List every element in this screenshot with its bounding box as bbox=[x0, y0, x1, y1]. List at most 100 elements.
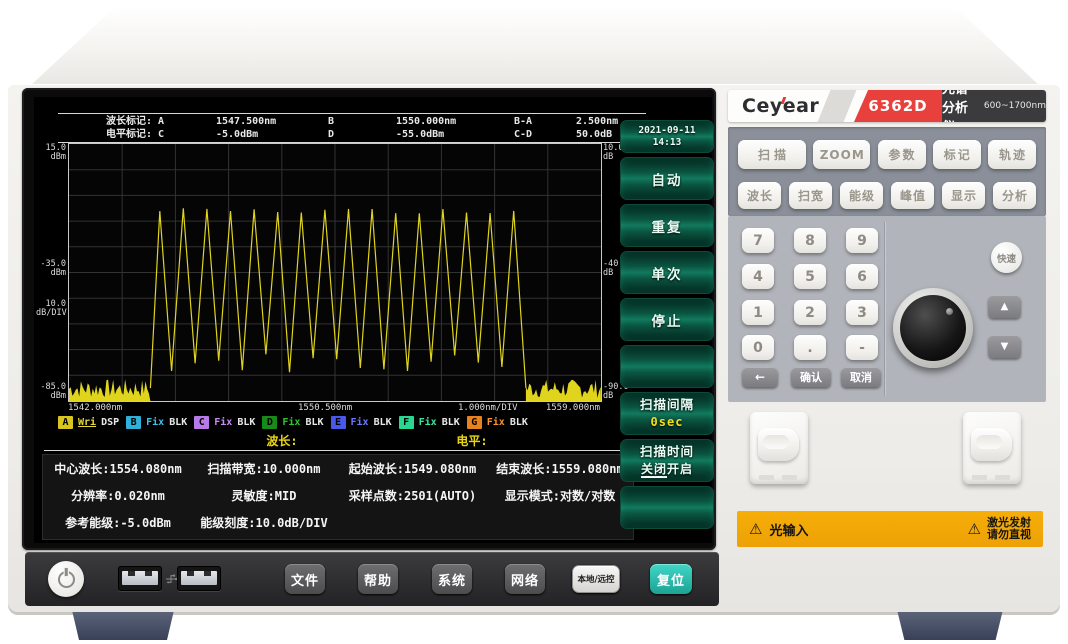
marker-key: A bbox=[158, 115, 216, 128]
usb-port-1 bbox=[118, 566, 162, 591]
marker-key: B-A bbox=[514, 115, 576, 128]
info-cell: 显示模式:对数/对数 bbox=[490, 487, 630, 504]
up-arrow-button[interactable]: ▲ bbox=[988, 295, 1021, 318]
power-icon bbox=[58, 571, 75, 588]
marker-row-level: 电平标记: C -5.0dBm D -55.0dBm C-D 50.0dB bbox=[58, 128, 646, 141]
trace-legend-item: AWriDSP bbox=[58, 416, 119, 429]
warning-light-input-text: 光输入 bbox=[769, 520, 808, 539]
softkey-blank-1[interactable] bbox=[620, 345, 714, 388]
x-start-label: 1542.000nm bbox=[68, 403, 122, 413]
knob-face bbox=[900, 295, 966, 361]
info-cell: 参考能级:-5.0dBm bbox=[43, 514, 193, 531]
info-cell: 灵敏度:MID bbox=[193, 487, 335, 504]
x-end-label: 1559.000nm bbox=[546, 403, 600, 413]
sweep-time-on: 开启 bbox=[667, 462, 693, 476]
keypad-panel: 7 8 9 4 5 6 1 2 3 0 . - ← 确认 取消 快速 ▲ ▼ bbox=[728, 216, 1046, 402]
warning-triangle-icon: ⚠ bbox=[968, 523, 981, 536]
softkey-stop[interactable]: 停止 bbox=[620, 298, 714, 341]
model-badge: 6362D bbox=[854, 90, 942, 122]
info-cell: 扫描带宽:10.000nm bbox=[193, 460, 335, 477]
span-key[interactable]: 扫宽 bbox=[789, 182, 832, 209]
marker-value: -55.0dBm bbox=[396, 128, 514, 141]
marker-row-label: 电平标记: bbox=[58, 128, 158, 141]
keypad-1[interactable]: 1 bbox=[742, 300, 774, 325]
softkey-auto[interactable]: 自动 bbox=[620, 157, 714, 200]
backspace-key[interactable]: ← bbox=[742, 367, 778, 387]
softkey-blank-2[interactable] bbox=[620, 486, 714, 529]
marker-key: C bbox=[158, 128, 216, 141]
zoom-key[interactable]: ZOOM bbox=[813, 140, 870, 169]
date-text: 2021-09-11 bbox=[638, 125, 695, 137]
reset-button[interactable]: 复位 bbox=[650, 564, 692, 594]
keypad-0[interactable]: 0 bbox=[742, 335, 774, 360]
trace-key[interactable]: 轨迹 bbox=[988, 140, 1036, 169]
wavelength-key[interactable]: 波长 bbox=[738, 182, 781, 209]
x-axis-labels: 1542.000nm 1550.500nm 1.000nm/DIV 1559.0… bbox=[68, 403, 600, 414]
plot-area bbox=[68, 143, 602, 402]
marker-row-wavelength: 波长标记: A 1547.500nm B 1550.000nm B-A 2.50… bbox=[58, 115, 646, 128]
info-cell: 起始波长:1549.080nm bbox=[335, 460, 490, 477]
quick-button[interactable]: 快速 bbox=[991, 242, 1022, 273]
info-cell: 结束波长:1559.080nm bbox=[490, 460, 630, 477]
keypad-2[interactable]: 2 bbox=[794, 300, 826, 325]
rotary-knob[interactable] bbox=[893, 288, 973, 368]
sweep-interval-value: 0sec bbox=[651, 414, 684, 430]
help-button[interactable]: 帮助 bbox=[358, 564, 398, 594]
peak-key[interactable]: 峰值 bbox=[891, 182, 934, 209]
info-cell: 采样点数:2501(AUTO) bbox=[335, 487, 490, 504]
keypad-4[interactable]: 4 bbox=[742, 264, 774, 289]
softkey-single[interactable]: 单次 bbox=[620, 251, 714, 294]
keypad-8[interactable]: 8 bbox=[794, 228, 826, 253]
marker-key: B bbox=[328, 115, 396, 128]
softkey-column: 2021-09-11 14:13 自动 重复 单次 停止 扫描间隔 0sec 扫… bbox=[620, 120, 714, 533]
datetime-box: 2021-09-11 14:13 bbox=[620, 120, 714, 153]
keypad-9[interactable]: 9 bbox=[846, 228, 878, 253]
x-center-label: 1550.500nm bbox=[298, 403, 352, 413]
display-key[interactable]: 显示 bbox=[942, 182, 985, 209]
sweep-time-off: 关闭 bbox=[641, 462, 667, 478]
softkey-sweep-time[interactable]: 扫描时间 关闭开启 bbox=[620, 439, 714, 482]
product-name-block: 光谱分析仪 600~1700nm bbox=[942, 90, 1046, 122]
cancel-key[interactable]: 取消 bbox=[841, 367, 881, 387]
time-text: 14:13 bbox=[653, 137, 682, 149]
marker-key-button[interactable]: 标记 bbox=[933, 140, 981, 169]
y-axis-left-bottom: -85.0dBm bbox=[36, 383, 66, 401]
level-key[interactable]: 能级 bbox=[840, 182, 883, 209]
marker-readout-row: 波长: 电平: bbox=[42, 432, 632, 448]
keypad-6[interactable]: 6 bbox=[846, 264, 878, 289]
power-button[interactable] bbox=[48, 561, 84, 597]
marker-value: 1550.000nm bbox=[396, 115, 514, 128]
keypad-minus[interactable]: - bbox=[846, 335, 878, 360]
trace-legend-item: CFixBLK bbox=[194, 416, 255, 429]
marker-row-label: 波长标记: bbox=[58, 115, 158, 128]
confirm-key[interactable]: 确认 bbox=[791, 367, 831, 387]
network-button[interactable]: 网络 bbox=[505, 564, 545, 594]
y-axis-scale: 10.0dB/DIV bbox=[36, 300, 66, 318]
softkey-sweep-interval[interactable]: 扫描间隔 0sec bbox=[620, 392, 714, 435]
keypad-dot[interactable]: . bbox=[794, 335, 826, 360]
keypad-7[interactable]: 7 bbox=[742, 228, 774, 253]
keypad-3[interactable]: 3 bbox=[846, 300, 878, 325]
trace-legend-item: FFixBLK bbox=[399, 416, 460, 429]
local-remote-button[interactable]: 本地/远控 bbox=[572, 565, 620, 593]
softkey-repeat[interactable]: 重复 bbox=[620, 204, 714, 247]
info-cell: 中心波长:1554.080nm bbox=[43, 460, 193, 477]
function-key-panel: 扫描 ZOOM 参数 标记 轨迹 波长 扫宽 能级 峰值 显示 分析 bbox=[728, 127, 1046, 216]
product-name: 光谱分析仪 bbox=[942, 90, 976, 122]
connector-cover-lever bbox=[971, 428, 1012, 461]
file-button[interactable]: 文件 bbox=[285, 564, 325, 594]
warning-light-input: ⚠ 光输入 bbox=[749, 520, 808, 539]
optical-input-connector bbox=[750, 412, 808, 484]
foot-left bbox=[68, 612, 178, 640]
trace-legend-item: DFixBLK bbox=[262, 416, 323, 429]
sweep-key[interactable]: 扫描 bbox=[738, 140, 806, 169]
laser-output-connector bbox=[963, 412, 1021, 484]
system-button[interactable]: 系统 bbox=[432, 564, 472, 594]
parameter-key[interactable]: 参数 bbox=[878, 140, 926, 169]
analysis-key[interactable]: 分析 bbox=[993, 182, 1036, 209]
settings-info-panel: 中心波长:1554.080nm 扫描带宽:10.000nm 起始波长:1549.… bbox=[42, 454, 634, 540]
down-arrow-button[interactable]: ▼ bbox=[988, 335, 1021, 358]
trace-legend-item: GFixBLK bbox=[467, 416, 528, 429]
marker-key: C-D bbox=[514, 128, 576, 141]
keypad-5[interactable]: 5 bbox=[794, 264, 826, 289]
